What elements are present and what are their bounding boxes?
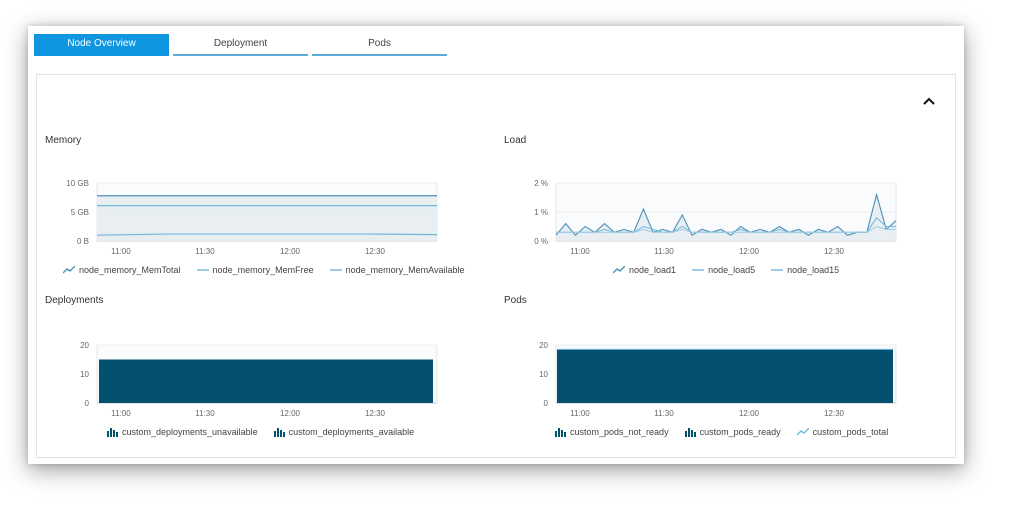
legend-label: node_memory_MemAvailable [345,265,465,275]
legend-item[interactable]: node_load5 [692,265,755,275]
tab-pods[interactable]: Pods [312,34,447,56]
series-bar-deployments-available [99,359,433,403]
legend-label: node_load5 [708,265,756,275]
deployments-y-tick: 10 [80,370,89,379]
line-icon [329,269,342,271]
load-chart: 2 % 1 % 0 % 11:00 11:30 12:00 12:30 [534,179,897,255]
pods-x-tick: 12:30 [824,409,845,417]
tab-deployment[interactable]: Deployment [173,34,308,56]
deployments-chart: 20 10 0 11:00 11:30 12:00 12:30 [80,341,438,417]
load-y-tick: 0 % [534,237,548,246]
legend-label: node_load1 [629,265,677,275]
load-x-tick: 12:00 [739,247,760,255]
deployments-title: Deployments [45,295,104,306]
memory-y-tick: 5 GB [71,208,89,217]
area-chart-icon [796,428,809,436]
pods-chart: 20 10 0 11:00 11:30 12:00 12:30 [539,341,897,417]
legend-label: custom_pods_ready [699,427,781,437]
load-y-tick: 1 % [534,208,548,217]
legend-label: custom_deployments_unavailable [122,427,258,437]
pods-title: Pods [504,295,527,306]
line-icon [771,269,784,271]
pods-x-tick: 11:00 [570,409,590,417]
legend-label: node_memory_MemFree [212,265,314,275]
app-window: Node Overview Deployment Pods Memory 10 … [28,26,964,464]
load-y-tick: 2 % [534,179,548,188]
line-icon [692,269,705,271]
line-icon [196,269,209,271]
legend-item[interactable]: node_load15 [771,265,839,275]
load-legend: node_load1 node_load5 node_load15 [613,265,839,275]
deployments-x-tick: 12:00 [280,409,301,417]
legend-label: node_load15 [787,265,840,275]
pods-x-tick: 11:30 [654,409,674,417]
memory-y-tick: 10 GB [66,179,89,188]
legend-item[interactable]: custom_deployments_unavailable [107,427,258,437]
memory-y-tick: 0 B [77,237,89,246]
memory-legend: node_memory_MemTotal node_memory_MemFree… [63,265,465,275]
deployments-y-tick: 0 [85,399,90,408]
area-chart-icon [63,266,75,274]
legend-item[interactable]: node_memory_MemAvailable [329,265,465,275]
deployments-legend: custom_deployments_unavailable custom_de… [107,427,414,437]
area-chart-icon [613,266,625,274]
bar-chart-icon [684,427,696,437]
legend-item[interactable]: custom_pods_not_ready [555,427,669,437]
series-bar-pods-ready [557,349,893,403]
legend-item[interactable]: custom_pods_ready [684,427,781,437]
memory-x-tick: 11:30 [195,247,215,255]
load-title: Load [504,135,527,146]
pods-legend: custom_pods_not_ready custom_pods_ready … [555,427,888,437]
legend-item[interactable]: custom_pods_total [796,427,889,437]
bar-chart-icon [273,427,285,437]
deployments-y-tick: 20 [80,341,89,350]
overview-panel: Memory 10 GB 5 GB 0 B 11:00 11:30 12:00 … [36,74,956,458]
pods-y-tick: 10 [539,370,548,379]
legend-label: node_memory_MemTotal [79,265,181,275]
legend-item[interactable]: custom_deployments_available [273,427,415,437]
legend-item[interactable]: node_memory_MemTotal [63,265,181,275]
legend-item[interactable]: node_memory_MemFree [196,265,314,275]
memory-chart: 10 GB 5 GB 0 B 11:00 11:30 12:00 12:30 [66,179,438,255]
bar-chart-icon [555,427,566,437]
tab-node-overview[interactable]: Node Overview [34,34,169,56]
load-x-tick: 11:30 [654,247,674,255]
pods-y-tick: 20 [539,341,548,350]
memory-x-tick: 12:00 [280,247,301,255]
legend-label: custom_pods_not_ready [570,427,669,437]
deployments-x-tick: 11:30 [195,409,215,417]
legend-item[interactable]: node_load1 [613,265,676,275]
pods-y-tick: 0 [544,399,549,408]
load-x-tick: 12:30 [824,247,845,255]
memory-x-tick: 12:30 [365,247,386,255]
memory-x-tick: 11:00 [111,247,131,255]
deployments-x-tick: 11:00 [111,409,131,417]
load-x-tick: 11:00 [570,247,590,255]
chevron-up-icon [923,97,935,105]
pods-x-tick: 12:00 [739,409,760,417]
deployments-x-tick: 12:30 [365,409,386,417]
legend-label: custom_deployments_available [288,427,415,437]
bar-chart-icon [107,427,118,437]
memory-title: Memory [45,135,82,146]
legend-label: custom_pods_total [812,427,889,437]
collapse-button[interactable] [921,93,937,109]
